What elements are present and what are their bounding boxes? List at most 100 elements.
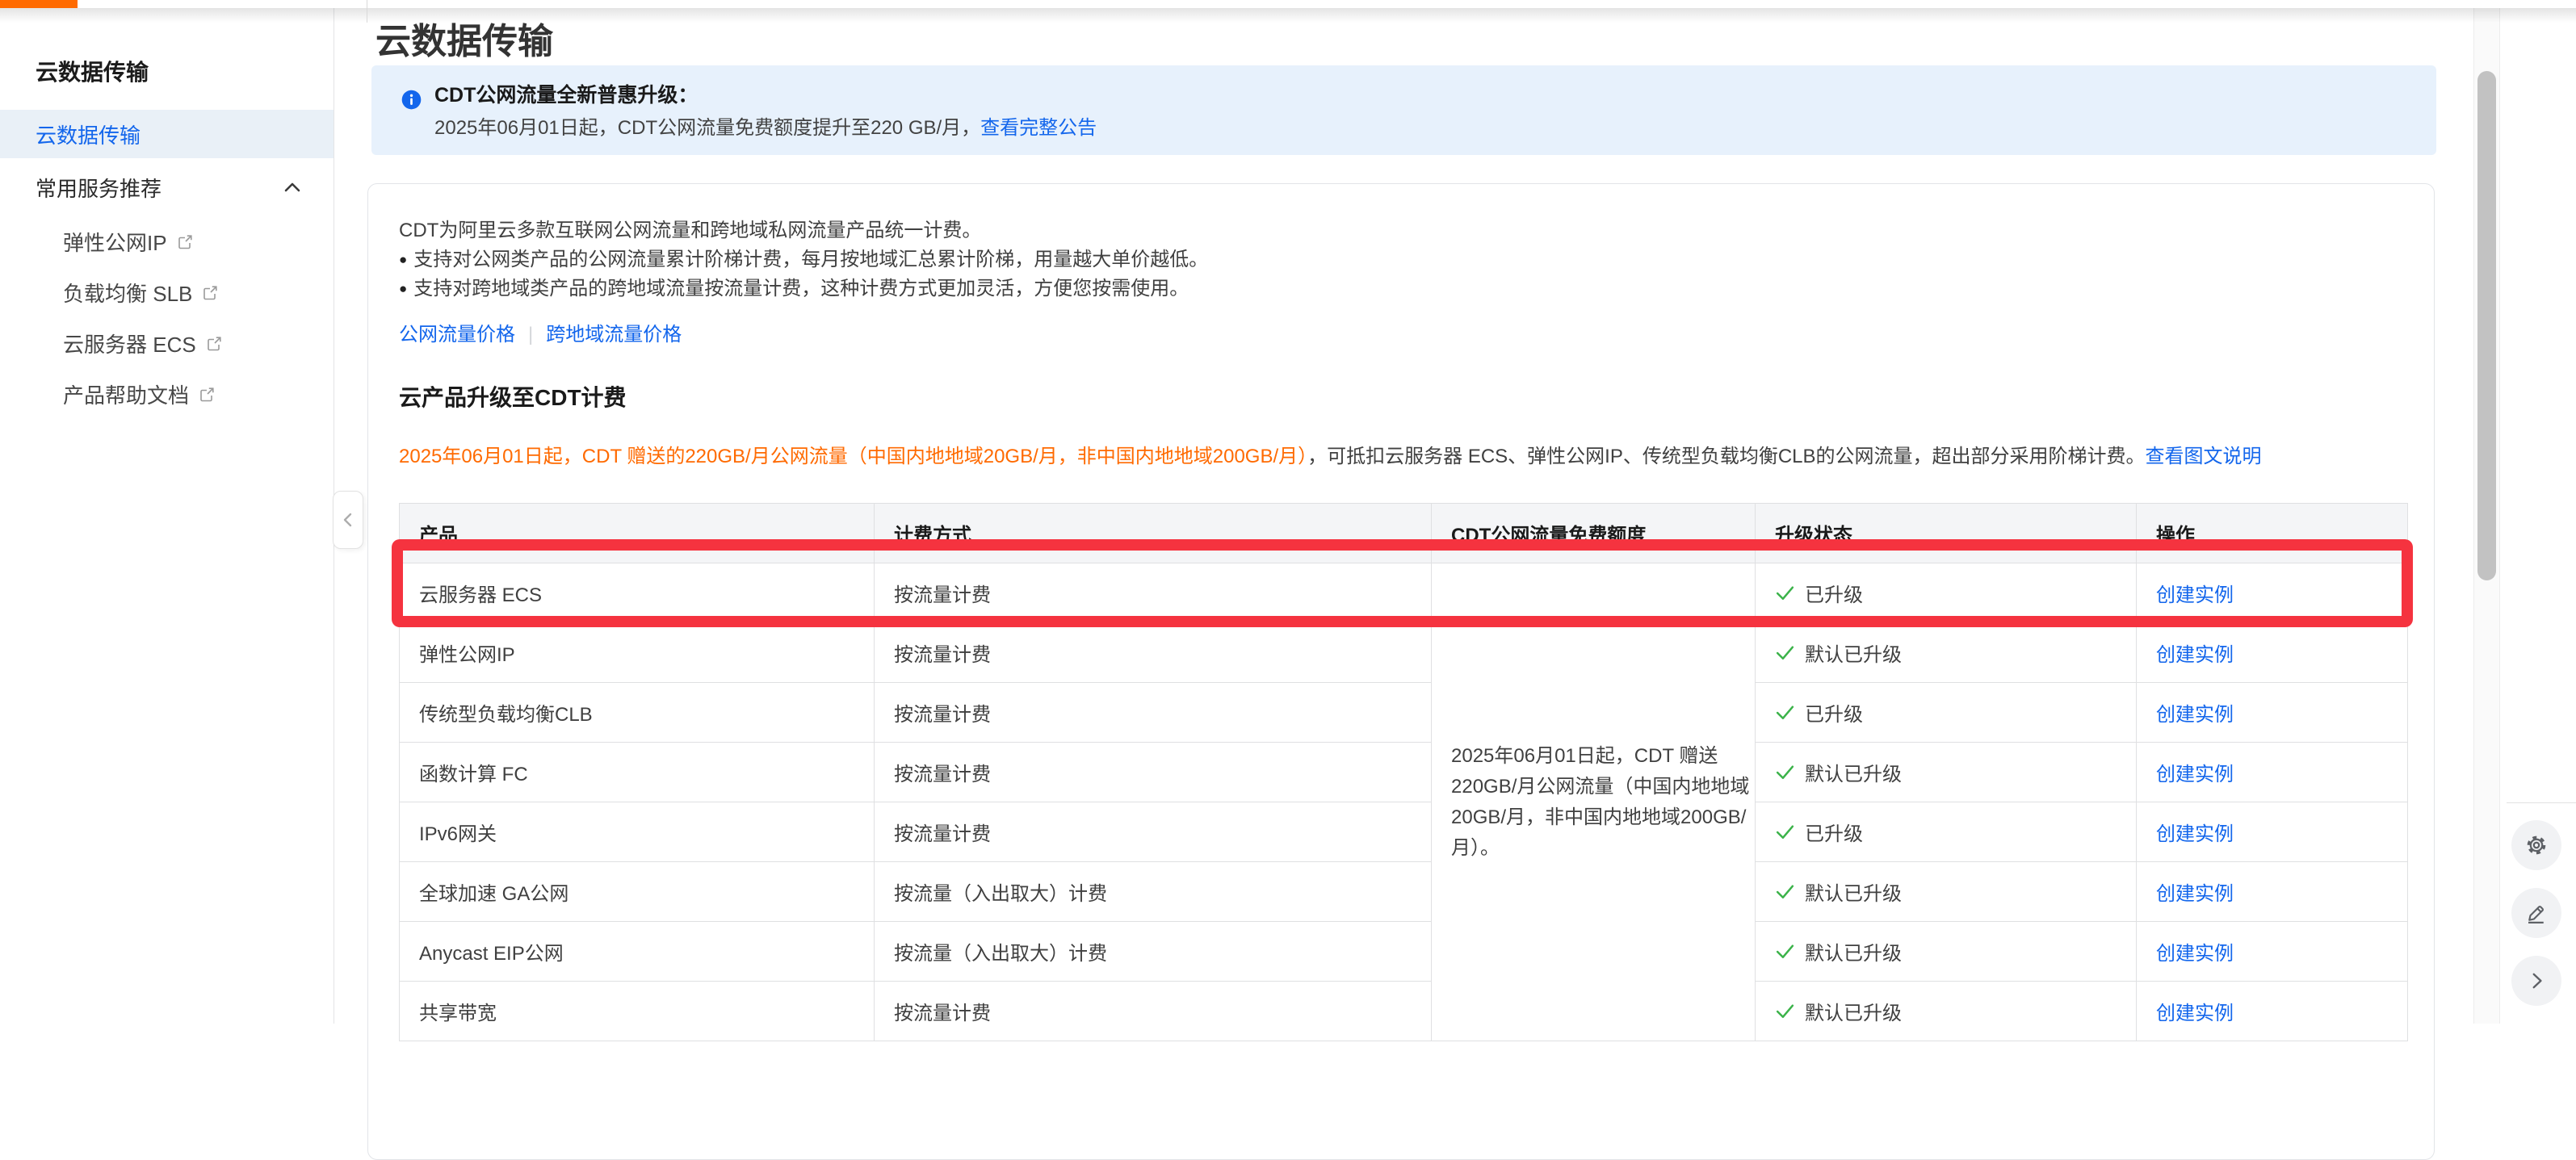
table-row: 全球加速 GA公网 按流量（入出取大）计费 默认已升级 创建实例 bbox=[400, 862, 2408, 922]
product-cell: 传统型负载均衡CLB bbox=[400, 683, 875, 743]
external-link-icon bbox=[202, 285, 218, 301]
public-traffic-price-link[interactable]: 公网流量价格 bbox=[399, 324, 515, 345]
status-text: 默认已升级 bbox=[1805, 937, 1902, 965]
col-header-quota: CDT公网流量免费额度 bbox=[1432, 504, 1756, 563]
right-tool-rail bbox=[2500, 8, 2576, 1024]
check-icon bbox=[1775, 762, 1795, 782]
view-illustration-link[interactable]: 查看图文说明 bbox=[2146, 446, 2262, 467]
status-text: 已升级 bbox=[1805, 579, 1863, 607]
table-row: IPv6网关 按流量计费 已升级 创建实例 bbox=[400, 802, 2408, 862]
sidebar-item-ecs[interactable]: 云服务器 ECS bbox=[0, 318, 334, 369]
info-icon bbox=[401, 89, 422, 111]
sidebar-item-label: 弹性公网IP bbox=[63, 227, 167, 257]
chevron-right-icon bbox=[2526, 970, 2547, 991]
billing-cell: 按流量计费 bbox=[875, 683, 1432, 743]
sidebar-item-docs[interactable]: 产品帮助文档 bbox=[0, 369, 334, 420]
gear-icon bbox=[2524, 832, 2549, 858]
billing-cell: 按流量计费 bbox=[875, 802, 1432, 862]
status-text: 已升级 bbox=[1805, 698, 1863, 727]
action-cell: 创建实例 bbox=[2137, 862, 2408, 922]
check-icon bbox=[1775, 882, 1795, 902]
bullet-icon: ● bbox=[399, 252, 407, 267]
cross-region-price-link[interactable]: 跨地域流量价格 bbox=[546, 324, 682, 345]
col-header-status: 升级状态 bbox=[1756, 504, 2137, 563]
product-cell: 云服务器 ECS bbox=[400, 563, 875, 623]
sidebar-group-recommended-services[interactable]: 常用服务推荐 bbox=[0, 166, 334, 208]
col-header-action: 操作 bbox=[2137, 504, 2408, 563]
create-instance-link[interactable]: 创建实例 bbox=[2156, 764, 2234, 785]
status-cell: 默认已升级 bbox=[1756, 982, 2137, 1041]
sidebar-item-eip[interactable]: 弹性公网IP bbox=[0, 216, 334, 267]
chevron-up-icon bbox=[283, 182, 301, 193]
page-title: 云数据传输 bbox=[375, 12, 553, 64]
action-cell: 创建实例 bbox=[2137, 683, 2408, 743]
create-instance-link[interactable]: 创建实例 bbox=[2156, 644, 2234, 666]
action-cell: 创建实例 bbox=[2137, 802, 2408, 862]
status-cell: 默认已升级 bbox=[1756, 743, 2137, 802]
billing-cell: 按流量计费 bbox=[875, 563, 1432, 623]
table-row: 共享带宽 按流量计费 默认已升级 创建实例 bbox=[400, 982, 2408, 1041]
banner-title: CDT公网流量全新普惠升级： bbox=[434, 81, 698, 110]
sidebar-collapse-handle[interactable] bbox=[333, 491, 363, 549]
status-text: 默认已升级 bbox=[1805, 997, 1902, 1025]
billing-cell: 按流量（入出取大）计费 bbox=[875, 922, 1432, 982]
status-cell: 默认已升级 bbox=[1756, 623, 2137, 683]
product-cell: IPv6网关 bbox=[400, 802, 875, 862]
notice-orange-text: 2025年06月01日起，CDT 赠送的220GB/月公网流量（中国内地地域20… bbox=[399, 446, 1307, 467]
notice-rest-text: ，可抵扣云服务器 ECS、弹性公网IP、传统型负载均衡CLB的公网流量，超出部分… bbox=[1307, 446, 2145, 467]
info-banner: CDT公网流量全新普惠升级： 2025年06月01日起，CDT公网流量免费额度提… bbox=[371, 65, 2436, 155]
quota-note-cell: 2025年06月01日起，CDT 赠送220GB/月公网流量（中国内地地域20G… bbox=[1432, 563, 1756, 1041]
action-cell: 创建实例 bbox=[2137, 743, 2408, 802]
cdt-upgrade-table: 产品 计费方式 CDT公网流量免费额度 升级状态 操作 云服务器 ECS 按流量… bbox=[399, 503, 2408, 1041]
product-cell: 全球加速 GA公网 bbox=[400, 862, 875, 922]
upgrade-notice: 2025年06月01日起，CDT 赠送的220GB/月公网流量（中国内地地域20… bbox=[399, 443, 2406, 471]
sidebar-item-cdt[interactable]: 云数据传输 bbox=[0, 110, 334, 158]
sidebar-group-label: 常用服务推荐 bbox=[36, 173, 283, 203]
create-instance-link[interactable]: 创建实例 bbox=[2156, 584, 2234, 606]
billing-cell: 按流量（入出取大）计费 bbox=[875, 862, 1432, 922]
content-card: CDT为阿里云多款互联网公网流量和跨地域私网流量产品统一计费。 ●支持对公网类产… bbox=[367, 183, 2435, 1160]
sidebar-item-label: 产品帮助文档 bbox=[63, 379, 189, 409]
create-instance-link[interactable]: 创建实例 bbox=[2156, 883, 2234, 905]
product-cell: 共享带宽 bbox=[400, 982, 875, 1041]
check-icon bbox=[1775, 822, 1795, 842]
settings-button[interactable] bbox=[2511, 820, 2561, 870]
table-header-row: 产品 计费方式 CDT公网流量免费额度 升级状态 操作 bbox=[400, 504, 2408, 563]
check-icon bbox=[1775, 941, 1795, 961]
top-bar bbox=[0, 0, 2576, 8]
create-instance-link[interactable]: 创建实例 bbox=[2156, 823, 2234, 845]
section-title: 云产品升级至CDT计费 bbox=[399, 380, 2406, 412]
intro-bullet-text: 支持对公网类产品的公网流量累计阶梯计费，每月按地域汇总累计阶梯，用量越大单价越低… bbox=[413, 249, 1208, 270]
expand-button[interactable] bbox=[2511, 956, 2561, 1006]
sidebar: 云数据传输 云数据传输 常用服务推荐 弹性公网IP 负载均衡 SLB bbox=[0, 8, 334, 1024]
banner-body-text: 2025年06月01日起，CDT公网流量免费额度提升至220 GB/月， bbox=[434, 117, 980, 139]
sidebar-item-slb[interactable]: 负载均衡 SLB bbox=[0, 267, 334, 318]
create-instance-link[interactable]: 创建实例 bbox=[2156, 943, 2234, 965]
rail-divider bbox=[2507, 802, 2576, 803]
create-instance-link[interactable]: 创建实例 bbox=[2156, 1003, 2234, 1024]
pencil-icon bbox=[2524, 901, 2549, 925]
brand-logo[interactable] bbox=[0, 0, 78, 8]
external-link-icon bbox=[199, 387, 215, 403]
create-instance-link[interactable]: 创建实例 bbox=[2156, 704, 2234, 726]
price-links: 公网流量价格|跨地域流量价格 bbox=[399, 318, 2406, 346]
status-cell: 已升级 bbox=[1756, 563, 2137, 623]
edit-button[interactable] bbox=[2511, 888, 2561, 938]
action-cell: 创建实例 bbox=[2137, 563, 2408, 623]
vertical-scrollbar[interactable] bbox=[2473, 8, 2500, 1024]
status-text: 默认已升级 bbox=[1805, 639, 1902, 667]
billing-cell: 按流量计费 bbox=[875, 623, 1432, 683]
col-header-billing: 计费方式 bbox=[875, 504, 1432, 563]
status-text: 已升级 bbox=[1805, 818, 1863, 846]
scrollbar-thumb[interactable] bbox=[2477, 71, 2496, 580]
table-row: 弹性公网IP 按流量计费 默认已升级 创建实例 bbox=[400, 623, 2408, 683]
chevron-left-icon bbox=[340, 510, 356, 530]
status-text: 默认已升级 bbox=[1805, 758, 1902, 786]
view-announcement-link[interactable]: 查看完整公告 bbox=[980, 117, 1097, 139]
product-cell: Anycast EIP公网 bbox=[400, 922, 875, 982]
check-icon bbox=[1775, 702, 1795, 722]
sidebar-item-label: 云数据传输 bbox=[36, 119, 141, 149]
table-row: 云服务器 ECS 按流量计费 2025年06月01日起，CDT 赠送220GB/… bbox=[400, 563, 2408, 623]
banner-body: 2025年06月01日起，CDT公网流量免费额度提升至220 GB/月，查看完整… bbox=[434, 115, 1097, 142]
table-row: Anycast EIP公网 按流量（入出取大）计费 默认已升级 创建实例 bbox=[400, 922, 2408, 982]
